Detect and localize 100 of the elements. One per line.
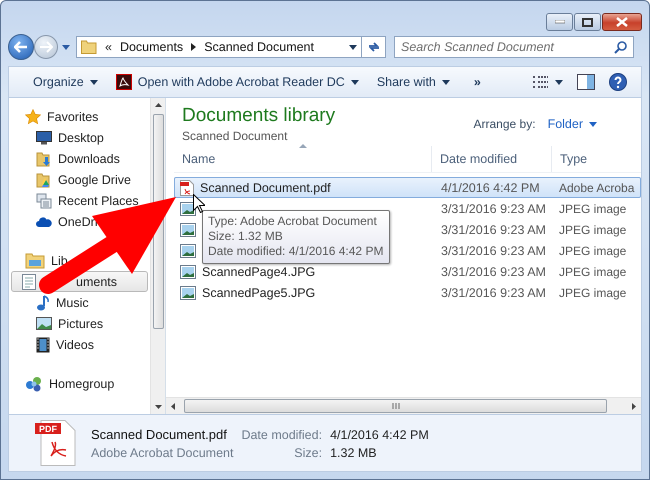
- toolbar-menu[interactable]: Organize: [27, 72, 104, 92]
- recent-places-icon: [36, 192, 52, 208]
- help-icon: [609, 73, 627, 91]
- file-name: Scanned Document.pdf: [91, 426, 228, 442]
- folder-download-icon: [36, 150, 52, 166]
- history-dropdown[interactable]: [62, 44, 70, 50]
- column-header[interactable]: Date modified: [432, 146, 552, 172]
- sort-arrow-icon: [298, 144, 306, 148]
- library-title: Documents library: [182, 105, 336, 127]
- close-button[interactable]: [602, 13, 642, 31]
- caret-icon: [442, 80, 450, 84]
- file-name: ScannedPage4.JPG: [202, 264, 316, 278]
- detail-value: 1.32 MB: [330, 446, 378, 460]
- mouse-cursor-icon: [193, 194, 205, 213]
- monitor-icon: [36, 130, 52, 144]
- minimize-button[interactable]: [546, 13, 573, 31]
- folder-drive-icon: [36, 172, 52, 188]
- cloud-icon: [36, 216, 52, 228]
- maximize-icon: [582, 18, 593, 26]
- file-type: JPEG image: [559, 264, 626, 278]
- file-name: ScannedPage5.JPG: [202, 286, 316, 300]
- caret-icon: [589, 122, 597, 126]
- nav-item[interactable]: Pictures: [9, 313, 104, 334]
- image-file-icon: [180, 222, 196, 236]
- refresh-arrows-icon: [366, 41, 380, 53]
- caret-icon: [90, 80, 98, 84]
- file-type: JPEG image: [559, 222, 626, 236]
- nav-item[interactable]: Desktop: [9, 127, 104, 148]
- breadcrumb-overflow[interactable]: «: [105, 40, 112, 54]
- document-icon: [22, 274, 36, 290]
- music-note-icon: [36, 294, 50, 310]
- file-date: 3/31/2016 9:23 AM: [441, 264, 546, 278]
- file-date: 3/31/2016 9:23 AM: [441, 286, 546, 300]
- image-file-icon: [180, 202, 196, 216]
- file-type: JPEG image: [559, 244, 626, 258]
- arrange-label: Arrange by:: [474, 117, 536, 131]
- close-icon: [616, 17, 628, 27]
- library-subtitle: Scanned Document: [182, 129, 288, 143]
- minimize-icon: [554, 20, 564, 24]
- file-type: JPEG image: [559, 202, 626, 216]
- tooltip-line: Date modified: 4/1/2016 4:42 PM: [208, 244, 384, 259]
- file-type: JPEG image: [559, 286, 626, 300]
- up-arrow-icon: [154, 103, 162, 107]
- image-file-icon: [180, 286, 196, 300]
- image-file-icon: [180, 264, 196, 278]
- open-with-button[interactable]: Open with Adobe Acrobat Reader DC: [110, 71, 365, 93]
- pdf-file-icon: [180, 180, 194, 196]
- scrollbar-thumb[interactable]: [184, 399, 607, 413]
- breadcrumb[interactable]: Documents: [120, 40, 184, 54]
- grip-icon: [392, 403, 400, 409]
- caret-icon: [350, 80, 359, 84]
- details-view-icon: [532, 75, 549, 89]
- image-file-icon: [180, 244, 196, 258]
- address-bar[interactable]: « Documents Scanned Document: [76, 36, 362, 58]
- left-arrow-icon: [171, 402, 175, 410]
- column-header[interactable]: Name: [174, 146, 432, 172]
- nav-section[interactable]: Homegroup: [9, 373, 114, 394]
- nav-item[interactable]: Recent Places: [9, 190, 139, 211]
- back-button[interactable]: [8, 34, 34, 60]
- nav-item[interactable]: OneDri: [9, 211, 98, 232]
- picture-icon: [36, 317, 52, 330]
- refresh-button[interactable]: [362, 36, 386, 58]
- pdf-file-icon: [35, 420, 76, 466]
- file-date: 3/31/2016 9:23 AM: [441, 222, 546, 236]
- search-field[interactable]: Search Scanned Document: [394, 36, 634, 58]
- homegroup-icon: [25, 376, 43, 392]
- file-type: Adobe Acrobat Document: [91, 446, 234, 460]
- folder-icon: [81, 40, 97, 54]
- preview-pane-icon: [577, 74, 595, 90]
- forward-button[interactable]: [34, 35, 58, 59]
- caret-icon: [555, 80, 563, 84]
- forward-arrow-icon: [39, 41, 53, 53]
- toolbar-menu[interactable]: Share with: [370, 72, 456, 92]
- file-type: Adobe Acroba: [559, 180, 634, 194]
- tooltip-line: Type: Adobe Acrobat Document: [208, 214, 378, 229]
- nav-item[interactable]: Videos: [9, 334, 94, 355]
- file-name: Scanned Document.pdf: [200, 180, 331, 194]
- nav-item[interactable]: Downloads: [9, 148, 120, 169]
- pdf-label: PDF: [39, 424, 57, 434]
- film-icon: [36, 336, 50, 352]
- detail-label: Size:: [293, 446, 322, 460]
- file-date: 4/1/2016 4:42 PM: [441, 180, 540, 194]
- caret-icon: [62, 44, 70, 50]
- detail-label: Date modified:: [241, 428, 322, 442]
- more-button[interactable]: »: [468, 72, 487, 92]
- file-date: 3/31/2016 9:23 AM: [441, 244, 546, 258]
- arrange-dropdown[interactable]: Folder: [548, 117, 597, 131]
- nav-item[interactable]: Google Drive: [9, 169, 131, 190]
- file-date: 3/31/2016 9:23 AM: [441, 202, 546, 216]
- column-header[interactable]: Type: [552, 146, 641, 172]
- nav-section[interactable]: Favorites: [9, 106, 98, 127]
- star-icon: [25, 108, 41, 124]
- caret-icon: [349, 44, 357, 50]
- maximize-button[interactable]: [574, 13, 601, 31]
- nav-item[interactable]: Music: [9, 292, 89, 313]
- down-arrow-icon: [154, 405, 162, 409]
- tooltip-line: Size: 1.32 MB: [208, 229, 284, 244]
- detail-value: 4/1/2016 4:42 PM: [330, 428, 429, 442]
- chevron-icon: [191, 43, 196, 51]
- breadcrumb[interactable]: Scanned Document: [204, 40, 314, 54]
